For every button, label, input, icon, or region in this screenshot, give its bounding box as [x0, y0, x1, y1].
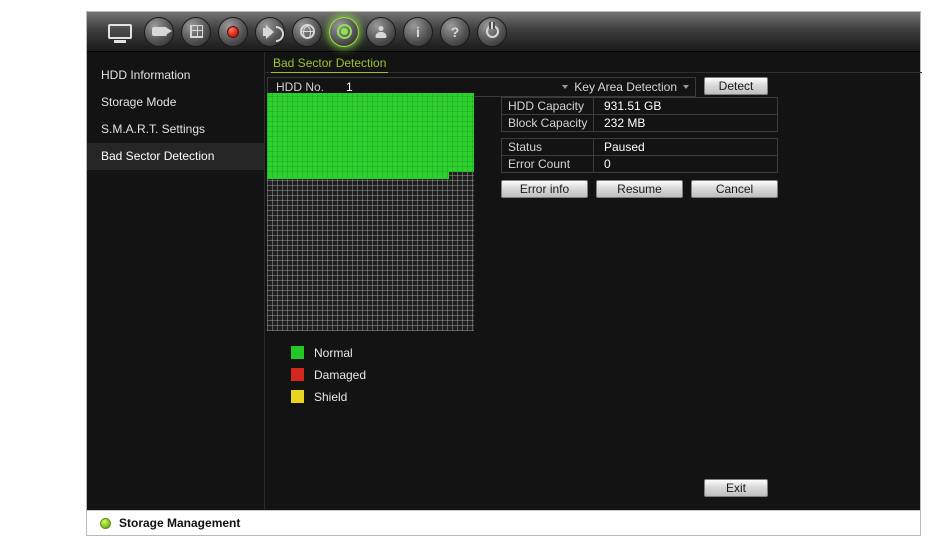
legend-item-damaged: Damaged [291, 367, 367, 382]
damaged-swatch [291, 368, 304, 381]
panel-glyph [189, 25, 203, 38]
bad-sector-detection-panel: Bad Sector Detection HDD No. 1 Key Area … [265, 52, 922, 512]
error-info-button[interactable]: Error info [501, 180, 588, 198]
record-icon[interactable] [218, 16, 248, 47]
display-glyph [108, 24, 132, 39]
camera-glyph [151, 27, 172, 36]
display-icon[interactable] [103, 17, 137, 47]
legend-item-normal: Normal [291, 345, 366, 360]
block-capacity-value: 232 MB [604, 116, 646, 130]
info-glyph: i [416, 23, 420, 40]
sidebar-item-storage-mode[interactable]: Storage Mode [87, 89, 264, 116]
legend-item-shield: Shield [291, 389, 366, 404]
resume-button[interactable]: Resume [596, 180, 683, 198]
user-glyph [375, 26, 387, 38]
status-bar: Storage Management [87, 510, 920, 535]
dvr-settings-window: i ? HDD Information Storage Mode S.M.A.R… [86, 11, 922, 536]
tab-bad-sector-detection[interactable]: Bad Sector Detection [271, 52, 389, 73]
status-bar-label: Storage Management [119, 516, 241, 530]
info-icon[interactable]: i [403, 16, 433, 47]
chevron-down-icon [562, 85, 569, 89]
table-row: HDD Capacity 931.51 GB [501, 98, 778, 115]
scan-action-buttons: Error info Resume Cancel [501, 180, 778, 198]
table-row: Error Count 0 [501, 156, 778, 173]
cancel-button[interactable]: Cancel [691, 180, 778, 198]
sidebar-item-smart-settings[interactable]: S.M.A.R.T. Settings [87, 116, 264, 143]
sidebar-item-bad-sector-detection[interactable]: Bad Sector Detection [87, 143, 264, 170]
status-dot-icon [100, 517, 111, 529]
panel-icon[interactable] [181, 16, 211, 47]
alarm-icon[interactable] [255, 16, 285, 47]
camera-icon[interactable] [144, 16, 174, 47]
chevron-down-icon [683, 85, 689, 89]
power-glyph [485, 25, 499, 38]
hdd-capacity-value: 931.51 GB [604, 99, 662, 113]
settings-sidebar: HDD Information Storage Mode S.M.A.R.T. … [87, 52, 265, 512]
block-capacity-label: Block Capacity [502, 115, 594, 131]
sidebar-item-hdd-information[interactable]: HDD Information [87, 62, 264, 89]
exit-button[interactable]: Exit [704, 479, 768, 497]
record-glyph [227, 25, 239, 38]
user-icon[interactable] [366, 16, 396, 47]
storage-icon[interactable] [329, 16, 359, 47]
hdd-capacity-label: HDD Capacity [502, 98, 594, 114]
system-icon[interactable] [292, 16, 322, 47]
normal-swatch [291, 346, 304, 359]
scan-progress-partial-row [267, 171, 450, 179]
hdd-info-table: HDD Capacity 931.51 GB Block Capacity 23… [501, 97, 778, 198]
main-toolbar: i ? [87, 12, 920, 52]
hdd-no-label: HDD No. [276, 80, 325, 94]
table-row: Status Paused [501, 139, 778, 156]
tab-strip: Bad Sector Detection [265, 52, 922, 73]
shield-label: Shield [314, 389, 348, 404]
scan-progress-fill [267, 93, 474, 172]
status-label: Status [502, 139, 594, 155]
help-icon[interactable]: ? [440, 16, 470, 47]
detection-mode-select[interactable]: Key Area Detection [562, 80, 695, 94]
help-glyph: ? [450, 23, 460, 40]
normal-label: Normal [314, 345, 353, 360]
sector-legend: Normal Damaged Shield [291, 346, 366, 412]
table-row: Block Capacity 232 MB [501, 115, 778, 132]
error-count-value: 0 [604, 157, 611, 171]
damaged-label: Damaged [314, 367, 367, 382]
shield-swatch [291, 390, 304, 403]
detection-mode-value: Key Area Detection [574, 80, 677, 94]
status-value: Paused [604, 140, 645, 154]
hdd-no-value: 1 [346, 80, 353, 94]
globe-glyph [299, 24, 315, 39]
detect-button[interactable]: Detect [704, 77, 768, 95]
power-icon[interactable] [477, 16, 507, 47]
storage-glyph [336, 24, 352, 39]
speaker-glyph [262, 24, 284, 42]
error-count-label: Error Count [502, 156, 594, 172]
sector-scan-grid [267, 93, 474, 331]
